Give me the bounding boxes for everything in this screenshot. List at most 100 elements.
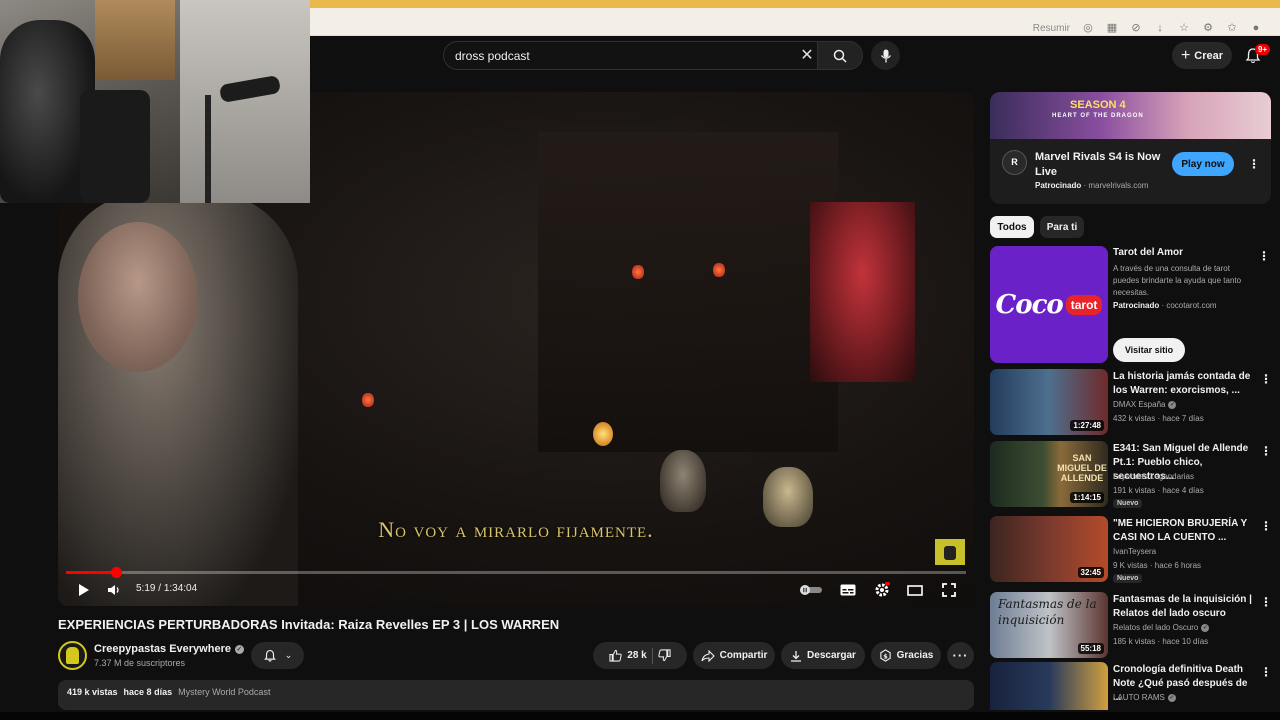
description-box[interactable]: 419 k vistas hace 8 días Mystery World P… — [58, 680, 974, 710]
channel-name: DMAX España — [1113, 400, 1166, 409]
fullscreen-button[interactable] — [938, 580, 960, 600]
profile-icon[interactable]: ● — [1250, 22, 1262, 34]
video-title[interactable]: Fantasmas de la inquisición | Relatos de… — [1113, 593, 1258, 621]
more-options-icon[interactable]: ⋮ — [1260, 520, 1272, 532]
video-subtitle: No voy a mirarlo fijamente. — [378, 517, 654, 542]
download-icon[interactable]: ↓ — [1154, 22, 1166, 34]
ad-banner-image[interactable]: SEASON 4 HEART OF THE DRAGON — [990, 92, 1271, 139]
thumbs-down-icon[interactable] — [658, 649, 671, 662]
description-hashtag[interactable]: Mystery World Podcast — [178, 687, 270, 703]
more-actions-button[interactable]: ··· — [947, 642, 974, 669]
recommended-video[interactable]: 32:45 "ME HICIERON BRUJERÍA Y CASI NO LA… — [990, 516, 1272, 584]
search-icon — [833, 49, 847, 63]
volume-icon — [108, 585, 119, 595]
ad-play-now-button[interactable]: Play now — [1172, 152, 1234, 176]
publish-date: hace 8 días — [123, 687, 173, 697]
recommended-video[interactable]: Cronología definitiva Death Note ¿Qué pa… — [990, 662, 1272, 710]
webcam-wall — [180, 0, 310, 203]
recommended-video[interactable]: Fantasmas de la inquisición 55:18 Fantas… — [990, 592, 1272, 660]
more-options-icon[interactable]: ⋮ — [1260, 373, 1272, 385]
chip-all[interactable]: Todos — [990, 216, 1034, 238]
video-duration: 1:14:15 — [1070, 492, 1104, 503]
verified-check-icon: ✓ — [1201, 623, 1210, 632]
sponsored-ad-card[interactable]: SEASON 4 HEART OF THE DRAGON R Marvel Ri… — [990, 92, 1271, 204]
verified-check-icon: ✓ — [1168, 400, 1177, 409]
translate-icon[interactable]: ◎ — [1082, 22, 1094, 34]
tarot-ad-description: A través de una consulta de tarot puedes… — [1113, 264, 1242, 297]
like-dislike-group: 28 k — [593, 642, 687, 669]
scene-shelf — [538, 132, 838, 452]
video-duration: 1:27:48 — [1070, 420, 1104, 431]
share-button[interactable]: Compartir — [693, 642, 775, 669]
channel-name: Leyendas Legendarias — [1113, 472, 1194, 481]
fullscreen-icon — [942, 583, 956, 597]
play-button[interactable] — [74, 580, 94, 600]
tarot-ad-domain: cocotarot.com — [1166, 301, 1217, 310]
channel-name[interactable]: Creepypastas Everywhere — [94, 643, 231, 655]
video-thumbnail[interactable] — [990, 662, 1108, 710]
video-title[interactable]: La historia jamás contada de los Warren:… — [1113, 370, 1258, 398]
theater-mode-button[interactable] — [904, 580, 926, 600]
create-button[interactable]: + Crear — [1172, 42, 1232, 69]
volume-button[interactable] — [104, 580, 124, 600]
thumbs-up-icon[interactable] — [609, 649, 622, 662]
subscriber-count: 7.37 M de suscriptores — [94, 658, 186, 668]
ad-more-options-icon[interactable]: ⋮ — [1248, 158, 1260, 170]
ad-logo[interactable]: R — [1002, 150, 1027, 175]
search-input[interactable] — [444, 48, 794, 63]
microphone-icon — [880, 49, 891, 62]
channel-name-row[interactable]: Creepypastas Everywhere ✓ — [94, 643, 244, 655]
download-button[interactable]: Descargar — [781, 642, 865, 669]
channel-avatar[interactable] — [58, 641, 87, 670]
video-thumbnail[interactable]: 32:45 — [990, 516, 1108, 582]
favorites-icon[interactable]: ✩ — [1226, 22, 1238, 34]
video-title: EXPERIENCIAS PERTURBADORAS Invitada: Rai… — [58, 617, 560, 632]
video-title[interactable]: "ME HICIERON BRUJERÍA Y CASI NO LA CUENT… — [1113, 517, 1258, 545]
recommended-video[interactable]: SAN MIGUEL DE ALLENDE 1:14:15 E341: San … — [990, 441, 1272, 509]
video-stats: 9 K vistas · hace 6 horas — [1113, 561, 1202, 570]
video-channel: Leyendas Legendarias — [1113, 472, 1194, 481]
scene-red-doll — [810, 202, 915, 382]
video-thumbnail[interactable]: Fantasmas de la inquisición 55:18 — [990, 592, 1108, 658]
subtitles-button[interactable] — [837, 580, 859, 600]
taskbar-edge — [0, 712, 1280, 720]
channel-watermark[interactable] — [935, 539, 965, 565]
apps-icon[interactable]: ▦ — [1106, 22, 1118, 34]
extension-icon[interactable]: ⚙ — [1202, 22, 1214, 34]
progress-played — [66, 571, 117, 574]
tarot-ad-more-options-icon[interactable]: ⋮ — [1258, 250, 1270, 262]
super-thanks-icon: $ — [879, 649, 891, 662]
tarot-ad-thumbnail[interactable]: Coco tarot — [990, 246, 1108, 363]
subscription-notifications-button[interactable]: ⌄ — [251, 642, 304, 669]
more-options-icon[interactable]: ⋮ — [1260, 596, 1272, 608]
progress-bar[interactable] — [66, 567, 966, 578]
hide-icon[interactable]: ⊘ — [1130, 22, 1142, 34]
more-options-icon[interactable]: ⋮ — [1260, 666, 1272, 678]
chip-for-you[interactable]: Para ti — [1040, 216, 1084, 238]
video-thumbnail[interactable]: SAN MIGUEL DE ALLENDE 1:14:15 — [990, 441, 1108, 507]
ad-title[interactable]: Marvel Rivals S4 is Now Live — [1035, 150, 1165, 180]
bookmark-star-icon[interactable]: ☆ — [1178, 22, 1190, 34]
visit-site-button[interactable]: Visitar sitio — [1113, 338, 1185, 362]
summarize-button[interactable]: Resumir — [1033, 23, 1070, 34]
tarot-ad-title[interactable]: Tarot del Amor — [1113, 247, 1183, 258]
bell-icon — [263, 649, 276, 662]
verified-check-icon: ✓ — [234, 644, 244, 654]
autoplay-toggle[interactable] — [798, 580, 824, 600]
tarot-logo-tag: tarot — [1065, 294, 1103, 315]
more-options-icon[interactable]: ⋮ — [1260, 445, 1272, 457]
search-button[interactable] — [817, 41, 863, 70]
video-thumbnail[interactable]: 1:27:48 — [990, 369, 1108, 435]
chevron-down-icon: ⌄ — [284, 650, 293, 660]
webcam-chair-side — [80, 90, 150, 203]
thanks-button[interactable]: $ Gracias — [871, 642, 941, 669]
recommended-video[interactable]: 1:27:48 La historia jamás contada de los… — [990, 369, 1272, 437]
like-count[interactable]: 28 k — [627, 650, 646, 661]
video-stats: 191 k vistas · hace 4 días — [1113, 486, 1204, 495]
autoplay-toggle-icon — [800, 585, 822, 595]
notification-count-badge: 9+ — [1255, 44, 1271, 55]
settings-button[interactable] — [871, 580, 893, 600]
scene-candle — [362, 392, 374, 408]
new-badge: Nuevo — [1113, 574, 1143, 583]
voice-search-button[interactable] — [871, 41, 900, 70]
